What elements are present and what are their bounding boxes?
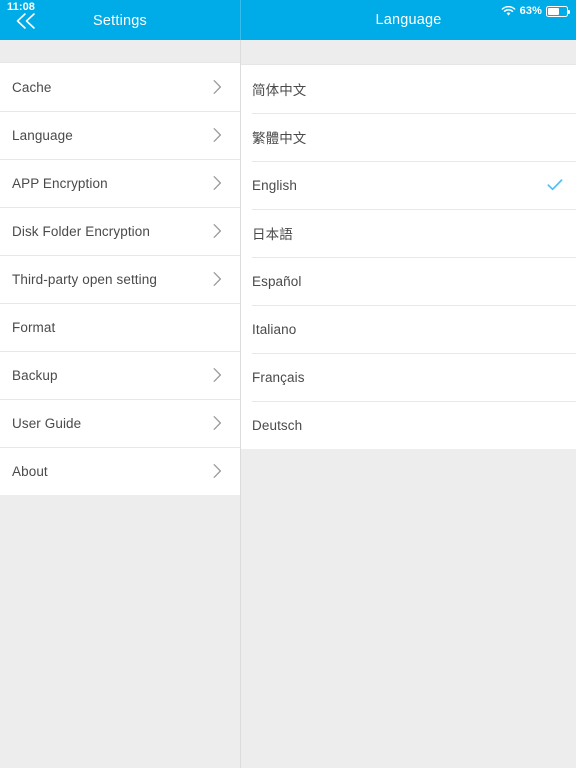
settings-row-disk-folder-encryption[interactable]: Disk Folder Encryption <box>0 207 240 255</box>
settings-row-format[interactable]: Format <box>0 303 240 351</box>
language-row-label: Deutsch <box>252 417 303 433</box>
settings-row-language[interactable]: Language <box>0 111 240 159</box>
language-row-label: 日本語 <box>252 227 293 243</box>
header-settings-section: 11:08 Settings <box>0 0 240 40</box>
language-row-label: 繁體中文 <box>252 131 307 147</box>
language-row-0[interactable]: 简体中文 <box>241 65 576 113</box>
row-separator <box>252 353 576 354</box>
settings-row-backup[interactable]: Backup <box>0 351 240 399</box>
row-separator <box>0 207 240 208</box>
settings-row-label: Third-party open setting <box>12 271 157 287</box>
battery-icon <box>546 5 570 17</box>
settings-row-label: Backup <box>12 367 58 383</box>
row-separator <box>0 159 240 160</box>
language-row-4[interactable]: Español <box>241 257 576 305</box>
language-row-2[interactable]: English <box>241 161 576 209</box>
language-row-label: Español <box>252 273 302 289</box>
language-row-label: English <box>252 177 297 193</box>
status-bar-indicators: 63% <box>501 4 570 18</box>
chevron-right-icon <box>213 80 222 94</box>
row-separator <box>252 209 576 210</box>
language-row-label: Français <box>252 369 305 385</box>
chevron-right-icon <box>213 416 222 430</box>
chevron-right-icon <box>213 272 222 286</box>
language-row-1[interactable]: 繁體中文 <box>241 113 576 161</box>
language-row-5[interactable]: Italiano <box>241 305 576 353</box>
row-separator <box>252 161 576 162</box>
row-separator <box>0 111 240 112</box>
settings-row-label: Disk Folder Encryption <box>12 223 150 239</box>
settings-page-title: Settings <box>93 13 147 29</box>
row-separator <box>252 257 576 258</box>
chevron-right-icon <box>213 224 222 238</box>
app-header: 11:08 Settings Language 63% <box>0 0 576 40</box>
language-panel: 简体中文繁體中文 English 日本語 Español Italiano Françai… <box>241 40 576 768</box>
language-row-7[interactable]: Deutsch <box>241 401 576 449</box>
row-separator <box>0 255 240 256</box>
row-separator <box>0 399 240 400</box>
language-row-label: Italiano <box>252 321 297 337</box>
settings-row-about[interactable]: About <box>0 447 240 495</box>
row-separator <box>252 305 576 306</box>
settings-row-app-encryption[interactable]: APP Encryption <box>0 159 240 207</box>
language-row-6[interactable]: Français <box>241 353 576 401</box>
row-separator <box>0 351 240 352</box>
settings-panel: Cache Language APP Encryption Disk Folder E… <box>0 40 240 768</box>
language-list: 简体中文繁體中文 English 日本語 Español Italiano Françai… <box>241 64 576 449</box>
settings-row-cache[interactable]: Cache <box>0 63 240 111</box>
row-separator <box>0 303 240 304</box>
settings-row-label: About <box>12 463 48 479</box>
settings-row-label: Cache <box>12 79 52 95</box>
battery-percent-label: 63% <box>519 5 542 17</box>
language-row-label: 简体中文 <box>252 83 307 99</box>
settings-row-user-guide[interactable]: User Guide <box>0 399 240 447</box>
settings-row-label: User Guide <box>12 415 82 431</box>
chevron-right-icon <box>213 128 222 142</box>
row-separator <box>252 401 576 402</box>
wifi-icon <box>501 5 516 16</box>
language-row-3[interactable]: 日本語 <box>241 209 576 257</box>
row-separator <box>0 447 240 448</box>
row-separator <box>252 113 576 114</box>
checkmark-icon <box>547 179 563 191</box>
settings-list: Cache Language APP Encryption Disk Folder E… <box>0 62 240 495</box>
header-language-section: Language 63% <box>241 0 576 40</box>
chevron-right-icon <box>213 464 222 478</box>
settings-row-label: Format <box>12 319 56 335</box>
battery-fill <box>548 7 560 15</box>
settings-row-label: APP Encryption <box>12 175 108 191</box>
settings-row-third-party-open-setting[interactable]: Third-party open setting <box>0 255 240 303</box>
chevron-right-icon <box>213 176 222 190</box>
chevron-right-icon <box>213 368 222 382</box>
settings-row-label: Language <box>12 127 73 143</box>
